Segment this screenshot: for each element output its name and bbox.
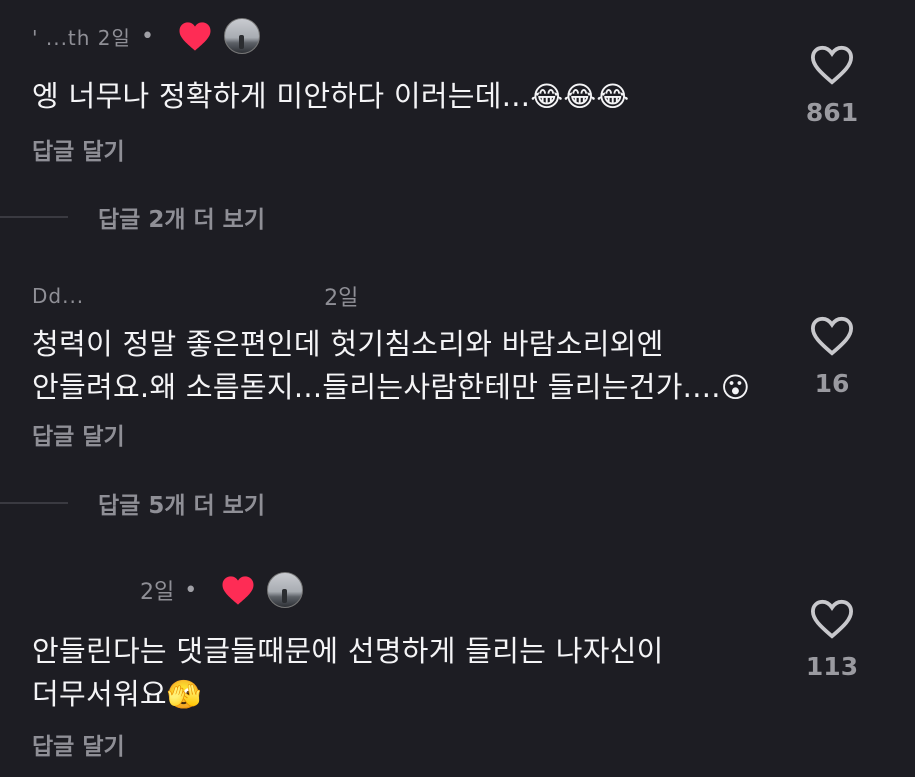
comment-author[interactable]: ' ...th 2일 [32, 22, 131, 51]
comment-text-body: 엥 너무나 정확하게 미안하다 이러는데... [32, 79, 531, 113]
comment-text-line: 안들린다는 댓글들때문에 선명하게 들리는 나자신이 [32, 634, 664, 668]
comment-text: 안들린다는 댓글들때문에 선명하게 들리는 나자신이 더무서워요🫣 [32, 630, 792, 716]
comment-meta: ' ...th 2일 • [32, 18, 260, 54]
comment-text: 엥 너무나 정확하게 미안하다 이러는데...😂😂😂 [32, 75, 792, 118]
reply-button[interactable]: 답글 달기 [32, 132, 125, 166]
laughing-emoji-icon: 😂😂😂 [530, 80, 630, 113]
separator-dot: • [140, 23, 154, 49]
view-more-replies[interactable]: 답글 2개 더 보기 [0, 200, 265, 234]
surprised-emoji-icon: 😮 [720, 371, 751, 404]
comment-author[interactable]: Dd... [32, 284, 84, 308]
like-count: 861 [805, 98, 859, 127]
reply-button[interactable]: 답글 달기 [32, 727, 125, 761]
like-button[interactable]: 16 [792, 315, 872, 398]
comment-text-line: 청력이 정말 좋은편인데 헛기침소리와 바람소리외엔 [32, 327, 664, 361]
replies-divider [0, 216, 68, 218]
comment-text-line: 안들려요.왜 소름돋지...들리는사람한테만 들리는건가.... [32, 370, 721, 404]
heart-outline-icon[interactable] [809, 315, 855, 357]
creator-heart-icon [222, 575, 254, 605]
replies-divider [0, 502, 68, 504]
comment-text-line: 더무서워요 [32, 677, 167, 711]
creator-avatar [223, 18, 260, 54]
separator-dot: • [184, 577, 198, 603]
comment-meta: Dd... 2일 [32, 280, 358, 312]
view-more-replies-label[interactable]: 답글 5개 더 보기 [98, 486, 265, 520]
like-count: 16 [814, 369, 850, 398]
like-button[interactable]: 113 [792, 598, 872, 681]
comment-text: 청력이 정말 좋은편인데 헛기침소리와 바람소리외엔 안들려요.왜 소름돋지..… [32, 323, 792, 409]
reply-button[interactable]: 답글 달기 [32, 417, 125, 451]
creator-heart-icon [179, 21, 211, 51]
comment-meta: 2일 • [32, 572, 304, 608]
view-more-replies[interactable]: 답글 5개 더 보기 [0, 486, 265, 520]
comment-time: 2일 [140, 580, 175, 605]
comment-time: 2일 [324, 286, 359, 311]
like-button[interactable]: 861 [792, 44, 872, 127]
view-more-replies-label[interactable]: 답글 2개 더 보기 [98, 200, 265, 234]
peeking-emoji-icon: 🫣 [166, 678, 203, 711]
like-count: 113 [805, 652, 859, 681]
creator-avatar [267, 572, 304, 608]
heart-outline-icon[interactable] [809, 44, 855, 86]
heart-outline-icon[interactable] [809, 598, 855, 640]
